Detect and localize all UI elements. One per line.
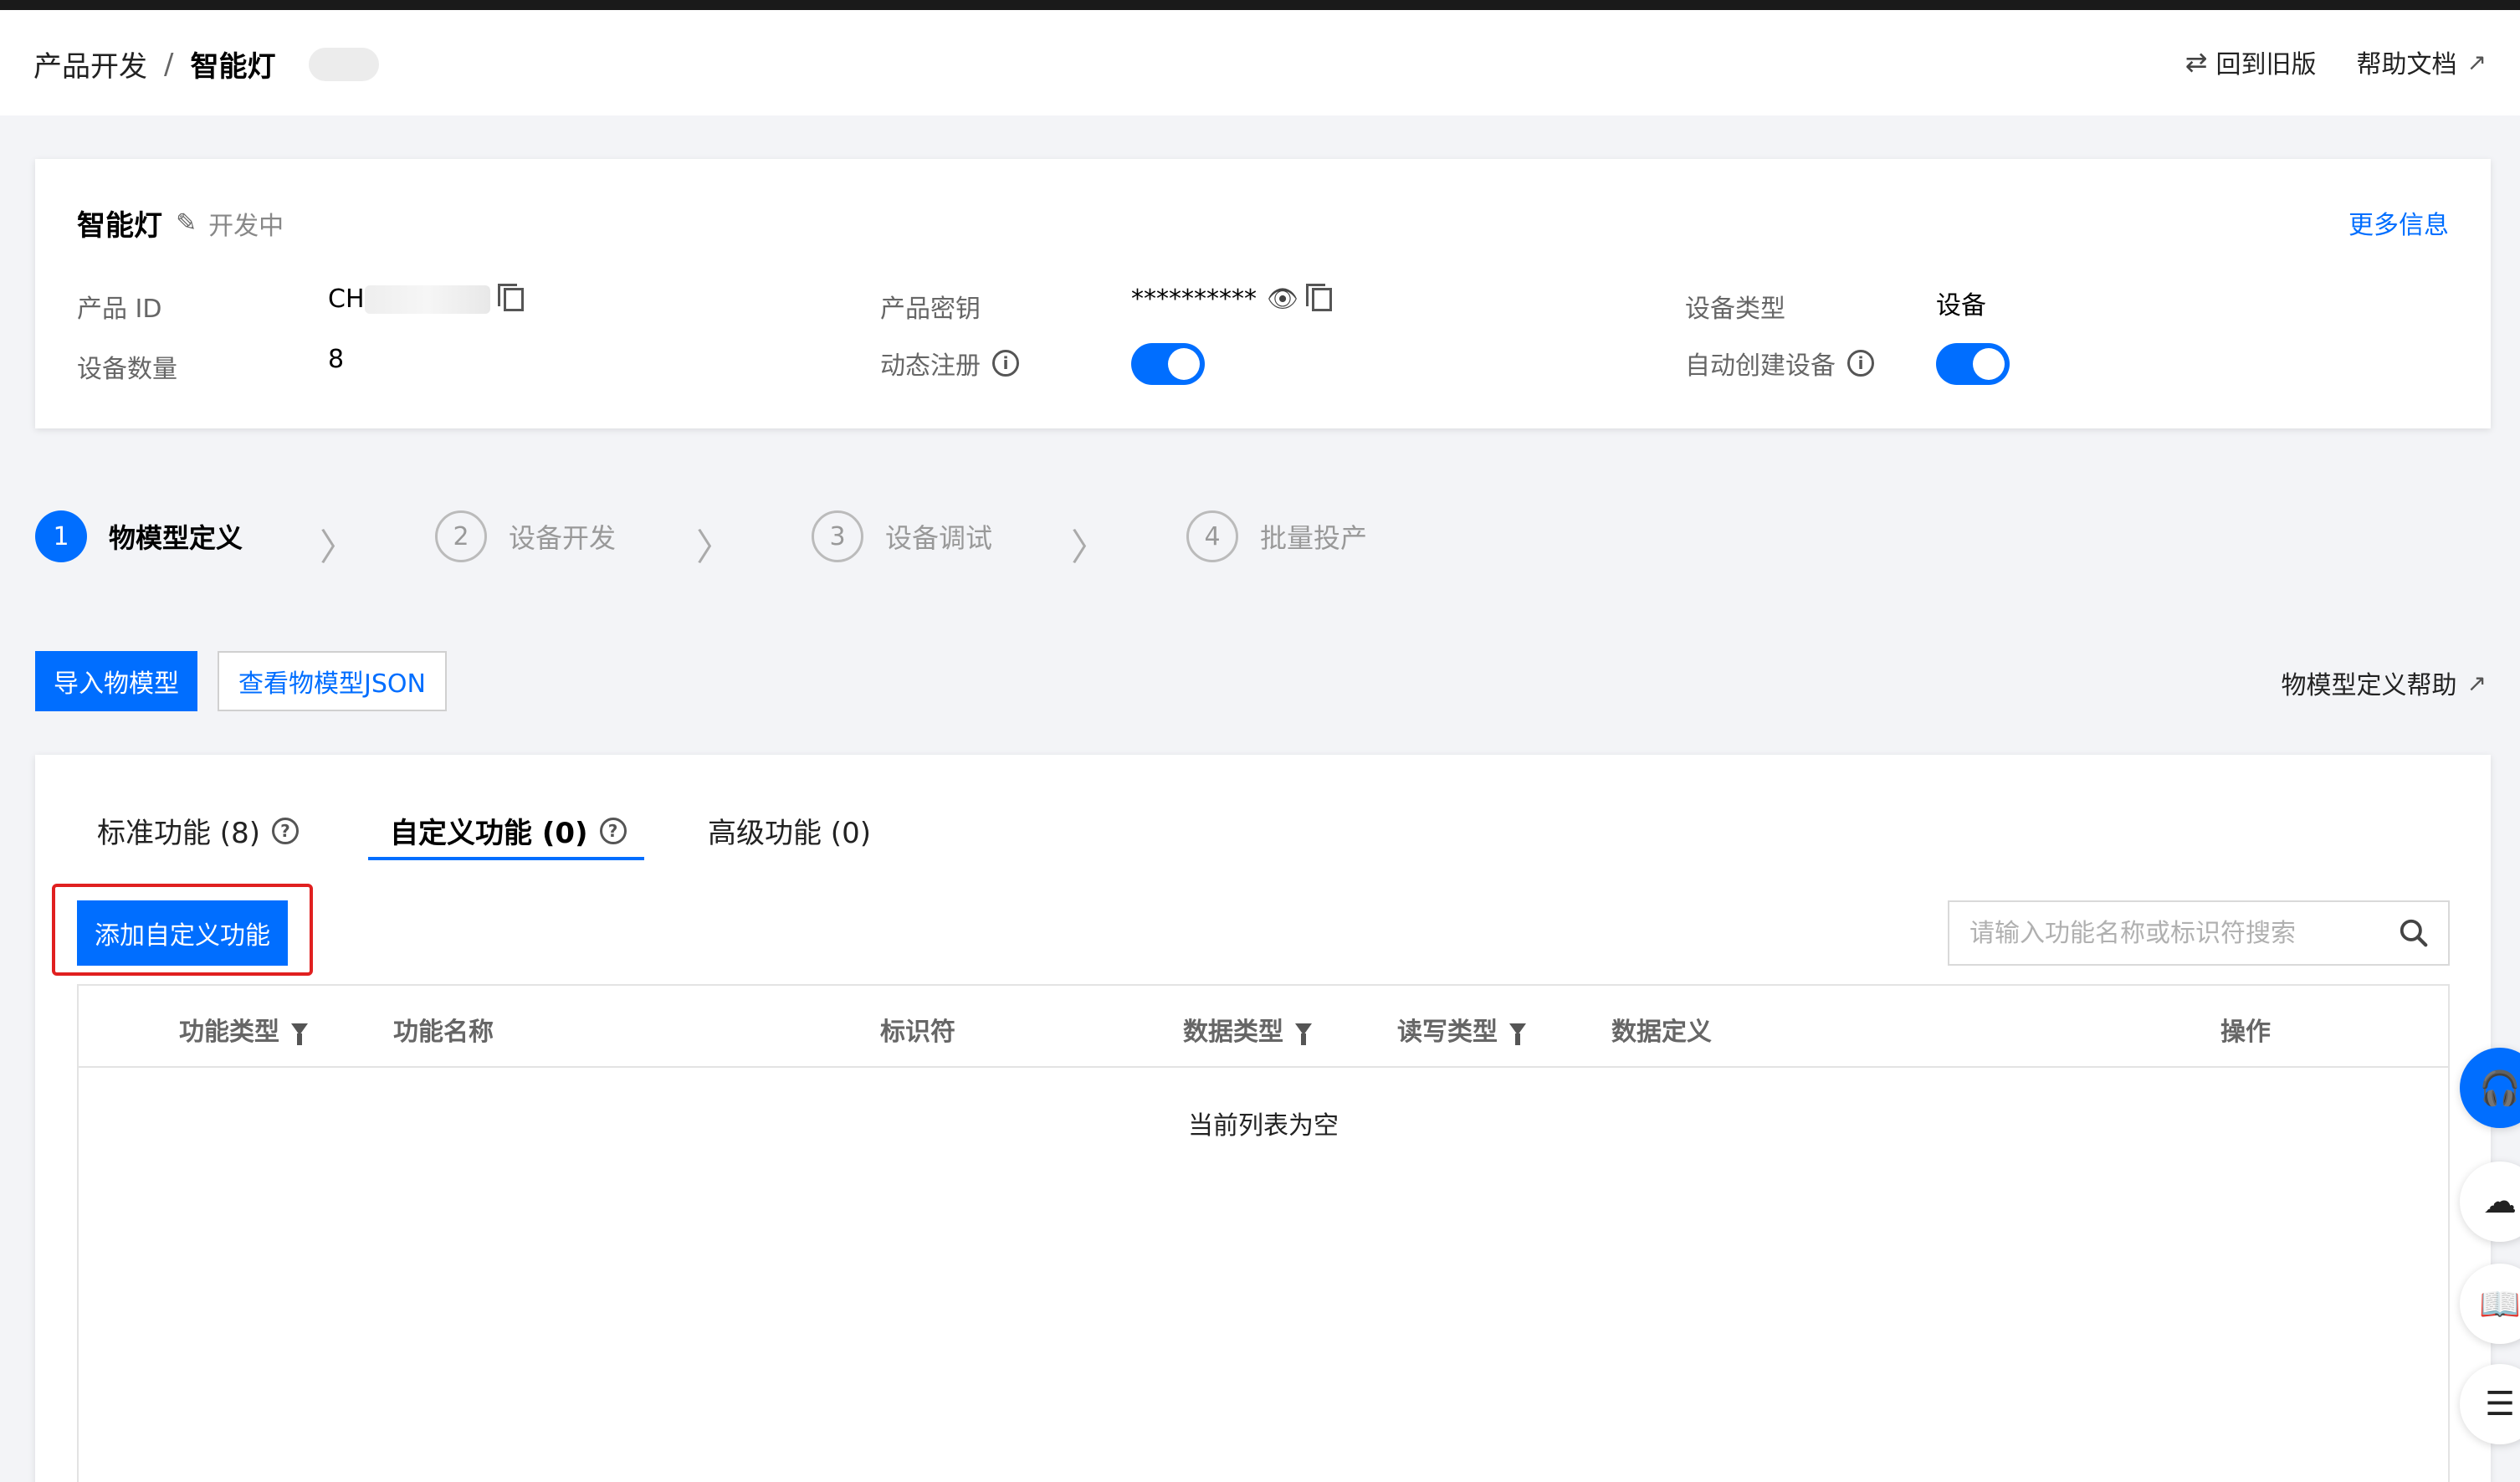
breadcrumb-current: 智能灯 (190, 50, 276, 84)
product-secret-text: ********** (1131, 285, 1257, 314)
column-label: 数据定义 (1611, 1018, 1712, 1047)
dynamic-register-toggle[interactable] (1131, 343, 1205, 385)
product-secret-value: ********** 👁 (1131, 283, 1333, 314)
device-count-label: 设备数量 (77, 355, 177, 384)
search-icon[interactable] (2398, 917, 2430, 949)
progress-steps: 1 物模型定义 〉 2 设备开发 〉 3 设备调试 〉 4 批量投产 (35, 510, 1457, 569)
tab-custom-functions[interactable]: 自定义功能 (0) ? (390, 810, 627, 851)
column-label: 标识符 (880, 1018, 955, 1047)
product-status: 开发中 (208, 211, 284, 241)
step-label: 设备调试 (885, 522, 993, 554)
chevron-right-icon: 〉 (1071, 526, 1108, 569)
switch-arrows-icon: ⇄ (2185, 46, 2208, 78)
step-number: 4 (1186, 510, 1238, 562)
step-label: 批量投产 (1260, 522, 1368, 554)
help-question-icon[interactable]: ? (599, 817, 627, 844)
tab-label: 标准功能 (8) (97, 817, 260, 850)
external-link-icon: ↗ (2466, 48, 2487, 76)
product-secret-label: 产品密钥 (880, 295, 981, 324)
step-model-definition[interactable]: 1 物模型定义 (35, 510, 243, 562)
column-function-type: 功能类型 (179, 1011, 308, 1048)
product-name: 智能灯 (77, 209, 162, 243)
redacted-product-id (364, 285, 490, 314)
tab-label: 自定义功能 (0) (390, 817, 588, 850)
column-identifier: 标识符 (880, 1011, 955, 1048)
model-help-link[interactable]: 物模型定义帮助 ↗ (2282, 664, 2487, 701)
tab-advanced-functions[interactable]: 高级功能 (0) (708, 810, 871, 851)
auto-create-toggle[interactable] (1936, 343, 2010, 385)
header-actions: ⇄ 回到旧版 帮助文档 ↗ (2145, 44, 2487, 80)
empty-list-message: 当前列表为空 (1188, 1111, 1339, 1141)
column-label: 操作 (2220, 1018, 2271, 1047)
step-label: 物模型定义 (109, 522, 243, 554)
column-actions: 操作 (2220, 1011, 2271, 1048)
chevron-right-icon: 〉 (696, 526, 733, 569)
product-info-card: 智能灯 ✎ 开发中 更多信息 产品 ID CH 产品密钥 ********** … (35, 159, 2491, 428)
column-label: 功能名称 (393, 1018, 494, 1047)
step-mass-production[interactable]: 4 批量投产 (1186, 510, 1367, 562)
filter-icon[interactable] (1509, 1023, 1526, 1045)
device-type-label: 设备类型 (1685, 295, 1785, 324)
device-type-value: 设备 (1936, 291, 1986, 321)
external-link-icon: ↗ (2466, 669, 2487, 697)
help-docs-label: 帮助文档 (2356, 50, 2457, 79)
breadcrumb-parent-link[interactable]: 产品开发 (33, 44, 147, 85)
chevron-right-icon: 〉 (320, 526, 356, 569)
product-id-label: 产品 ID (77, 295, 162, 324)
import-model-button[interactable]: 导入物模型 (35, 651, 197, 711)
search-box (1948, 900, 2450, 966)
eye-icon[interactable]: 👁 (1267, 285, 1298, 314)
page-header: 产品开发 / 智能灯 ⇄ 回到旧版 帮助文档 ↗ (0, 10, 2520, 115)
column-data-definition: 数据定义 (1611, 1011, 1712, 1048)
column-label: 读写类型 (1397, 1018, 1498, 1047)
help-question-icon[interactable]: ? (271, 817, 299, 844)
device-count-value: 8 (328, 345, 345, 374)
add-custom-function-button[interactable]: 添加自定义功能 (77, 900, 288, 966)
copy-icon[interactable] (497, 283, 524, 311)
top-bar (0, 0, 2520, 10)
product-title: 智能灯 ✎ 开发中 (77, 203, 284, 244)
breadcrumb-separator: / (164, 47, 174, 81)
active-tab-indicator (368, 857, 644, 860)
info-icon[interactable]: i (992, 350, 1019, 377)
dynamic-register-label: 动态注册 (880, 351, 981, 381)
auto-create-label: 自动创建设备 (1685, 351, 1836, 381)
filter-icon[interactable] (1295, 1023, 1312, 1045)
step-device-debug[interactable]: 3 设备调试 (812, 510, 992, 562)
column-label: 数据类型 (1183, 1018, 1283, 1047)
step-label: 设备开发 (509, 522, 617, 554)
redacted-chip (309, 47, 380, 81)
step-number: 1 (35, 510, 87, 562)
functions-card: 标准功能 (8) ? 自定义功能 (0) ? 高级功能 (0) 添加自定义功能 … (35, 755, 2491, 1482)
step-number: 2 (435, 510, 487, 562)
product-id-text: CH (328, 285, 365, 314)
tab-standard-functions[interactable]: 标准功能 (8) ? (97, 810, 299, 851)
old-version-label: 回到旧版 (2215, 50, 2317, 79)
edit-pencil-icon[interactable]: ✎ (176, 208, 197, 238)
functions-table: 功能类型 功能名称 标识符 数据类型 读写类型 数据定义 操作 当前列表为空 (77, 984, 2450, 1482)
old-version-link[interactable]: ⇄ 回到旧版 (2185, 44, 2317, 80)
tab-label: 高级功能 (0) (708, 817, 871, 850)
auto-create-label-wrap: 自动创建设备 i (1685, 345, 1874, 382)
column-function-name: 功能名称 (393, 1011, 494, 1048)
column-data-type: 数据类型 (1183, 1011, 1312, 1048)
more-info-link[interactable]: 更多信息 (2348, 204, 2449, 241)
breadcrumb: 产品开发 / 智能灯 (33, 44, 380, 85)
step-number: 3 (812, 510, 863, 562)
copy-icon[interactable] (1306, 283, 1333, 311)
filter-icon[interactable] (291, 1023, 308, 1045)
table-header: 功能类型 功能名称 标识符 数据类型 读写类型 数据定义 操作 (79, 986, 2448, 1068)
info-icon[interactable]: i (1847, 350, 1874, 377)
search-input[interactable] (1969, 902, 2388, 964)
help-docs-link[interactable]: 帮助文档 ↗ (2357, 44, 2487, 80)
step-device-development[interactable]: 2 设备开发 (435, 510, 616, 562)
model-help-label: 物模型定义帮助 (2281, 671, 2457, 700)
view-json-button[interactable]: 查看物模型JSON (218, 651, 447, 711)
column-rw-type: 读写类型 (1397, 1011, 1526, 1048)
dynamic-register-label-wrap: 动态注册 i (880, 345, 1019, 382)
column-label: 功能类型 (179, 1018, 279, 1047)
product-id-value: CH (328, 283, 524, 314)
